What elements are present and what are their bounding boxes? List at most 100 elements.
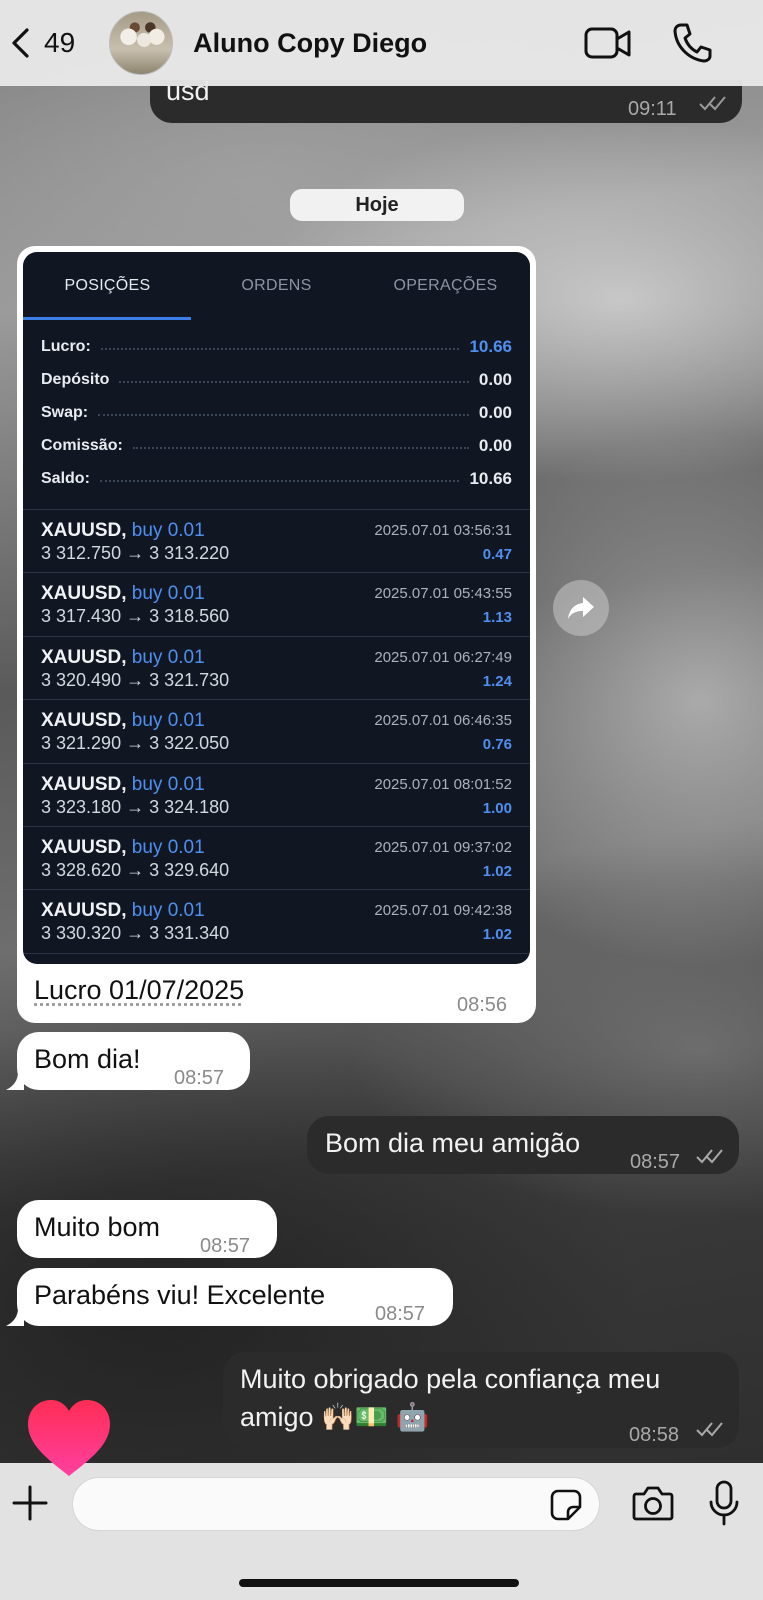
bubble-tail [6, 1072, 24, 1090]
message-bubble-outgoing[interactable]: Bom dia meu amigão 08:57 [307, 1116, 739, 1174]
camera-button[interactable] [632, 1485, 674, 1526]
double-check-icon [696, 1422, 723, 1437]
video-call-icon [584, 27, 631, 59]
message-input[interactable] [72, 1477, 600, 1531]
trade-side: buy 0.01 [131, 900, 205, 922]
tab-operations[interactable]: OPERAÇÕES [361, 252, 530, 320]
trade-side: buy 0.01 [131, 773, 205, 795]
trade-symbol: XAUUSD, buy 0.01 [41, 647, 205, 669]
message-time: 09:11 [628, 98, 677, 120]
tab-orders[interactable]: ORDENS [192, 252, 361, 320]
symbol-text: XAUUSD, [41, 900, 127, 922]
message-text: Parabéns viu! Excelente [34, 1280, 326, 1310]
video-call-button[interactable] [584, 24, 632, 69]
trade-prices: 3 320.490 → 3 321.730 [41, 669, 230, 690]
dotted-leader [119, 380, 469, 383]
sticker-button[interactable] [549, 1488, 583, 1527]
trade-prices: 3 330.320 → 3 331.340 [41, 923, 230, 944]
camera-icon [632, 1486, 674, 1521]
summary-row-deposit: Depósito 0.00 [41, 363, 512, 396]
summary-label: Comissão: [41, 436, 123, 454]
summary-row-commission: Comissão: 0.00 [41, 429, 512, 462]
trade-datetime: 2025.07.01 09:37:02 [374, 838, 512, 856]
back-button[interactable]: 49 [8, 13, 81, 73]
unread-count: 49 [44, 27, 76, 58]
trade-symbol: XAUUSD, buy 0.01 [41, 520, 205, 542]
symbol-text: XAUUSD, [41, 773, 127, 795]
image-caption: Lucro 01/07/2025 [34, 975, 245, 1005]
message-bubble-incoming[interactable]: Muito bom 08:57 [17, 1200, 277, 1258]
trade-profit: 1.02 [482, 862, 512, 880]
trade-datetime: 2025.07.01 05:43:55 [374, 585, 512, 603]
message-bubble-outgoing[interactable]: usd 09:11 [150, 76, 742, 123]
trade-prices: 3 317.430 → 3 318.560 [41, 606, 230, 627]
summary-row-swap: Swap: 0.00 [41, 396, 512, 429]
trade-row[interactable]: XAUUSD, buy 0.01 3 312.750 → 3 313.220 2… [23, 510, 530, 574]
summary-label: Saldo: [41, 469, 90, 487]
message-time: 08:57 [630, 1151, 681, 1173]
trade-datetime: 2025.07.01 09:42:38 [374, 902, 512, 920]
trade-prices: 3 323.180 → 3 324.180 [41, 796, 230, 817]
tab-positions[interactable]: POSIÇÕES [23, 252, 192, 320]
trade-symbol: XAUUSD, buy 0.01 [41, 774, 205, 796]
trade-prices: 3 312.750 → 3 313.220 [41, 543, 230, 563]
message-bubble-incoming[interactable]: Parabéns viu! Excelente 08:57 [17, 1268, 453, 1326]
trading-screenshot[interactable]: POSIÇÕES ORDENS OPERAÇÕES Lucro: 10.66 D… [23, 252, 530, 964]
home-indicator [239, 1579, 519, 1587]
double-check-icon [699, 96, 726, 111]
dotted-leader [98, 413, 469, 416]
trade-profit: 1.24 [482, 672, 512, 690]
trade-row[interactable]: XAUUSD, buy 0.01 3 317.430 → 3 318.560 2… [23, 573, 530, 637]
trade-side: buy 0.01 [131, 646, 205, 668]
summary-row-balance: Saldo: 10.66 [41, 462, 512, 495]
trade-row[interactable]: XAUUSD, buy 0.01 3 321.290 → 3 322.050 2… [23, 700, 530, 764]
message-text: Bom dia meu amigão [325, 1128, 581, 1158]
attach-button[interactable] [10, 1483, 50, 1528]
symbol-text: XAUUSD, [41, 710, 127, 732]
summary-label: Depósito [41, 370, 110, 388]
symbol-text: XAUUSD, [41, 836, 127, 858]
bubble-tail [6, 1308, 24, 1326]
message-bubble-incoming[interactable]: Bom dia! 08:57 [17, 1032, 250, 1090]
trade-profit: 1.00 [482, 799, 512, 817]
phone-call-button[interactable] [672, 22, 712, 69]
trade-row[interactable]: XAUUSD, buy 0.01 3 323.180 → 3 324.180 2… [23, 764, 530, 827]
microphone-icon [709, 1480, 739, 1526]
active-tab-indicator [23, 317, 191, 320]
message-bubble-outgoing[interactable]: Muito obrigado pela confiança meu amigo … [223, 1352, 739, 1448]
trade-row[interactable]: XAUUSD, buy 0.01 3 320.490 → 3 321.730 2… [23, 637, 530, 701]
summary-value: 0.00 [478, 435, 512, 455]
sticker-icon [550, 1489, 582, 1521]
account-summary: Lucro: 10.66 Depósito 0.00 Swap: 0.00 Co… [23, 320, 530, 495]
message-text: Bom dia! [34, 1044, 141, 1074]
message-time: 08:57 [174, 1067, 225, 1089]
trade-profit: 1.13 [482, 609, 512, 627]
dotted-leader [99, 479, 460, 482]
summary-value: 0.00 [478, 402, 512, 422]
symbol-text: XAUUSD, [41, 583, 127, 605]
trade-symbol: XAUUSD, buy 0.01 [41, 710, 205, 732]
summary-value: 10.66 [469, 336, 512, 356]
chat-header: 49 Aluno Copy Diego [0, 0, 763, 86]
trade-datetime: 2025.07.01 03:56:31 [374, 522, 512, 539]
summary-value: 10.66 [469, 468, 512, 488]
summary-row-profit: Lucro: 10.66 [41, 330, 512, 363]
trade-datetime: 2025.07.01 08:01:52 [374, 775, 512, 793]
heart-reaction-icon[interactable] [26, 1398, 112, 1478]
message-time: 08:56 [457, 994, 508, 1016]
microphone-button[interactable] [708, 1480, 740, 1531]
trade-datetime: 2025.07.01 06:46:35 [374, 712, 512, 730]
message-time: 08:57 [200, 1235, 251, 1257]
trade-side: buy 0.01 [131, 710, 205, 732]
forward-icon [568, 597, 594, 619]
trade-row[interactable]: XAUUSD, buy 0.01 3 328.620 → 3 329.640 2… [23, 827, 530, 891]
trade-row[interactable]: XAUUSD, buy 0.01 3 330.320 → 3 331.340 2… [23, 890, 530, 954]
forward-button[interactable] [553, 580, 609, 636]
double-check-icon [696, 1149, 723, 1164]
avatar[interactable] [109, 11, 174, 75]
contact-name[interactable]: Aluno Copy Diego [193, 28, 427, 59]
plus-icon [12, 1485, 48, 1521]
trade-symbol: XAUUSD, buy 0.01 [41, 837, 205, 859]
dotted-leader [100, 347, 460, 350]
trade-profit: 0.76 [482, 736, 512, 754]
